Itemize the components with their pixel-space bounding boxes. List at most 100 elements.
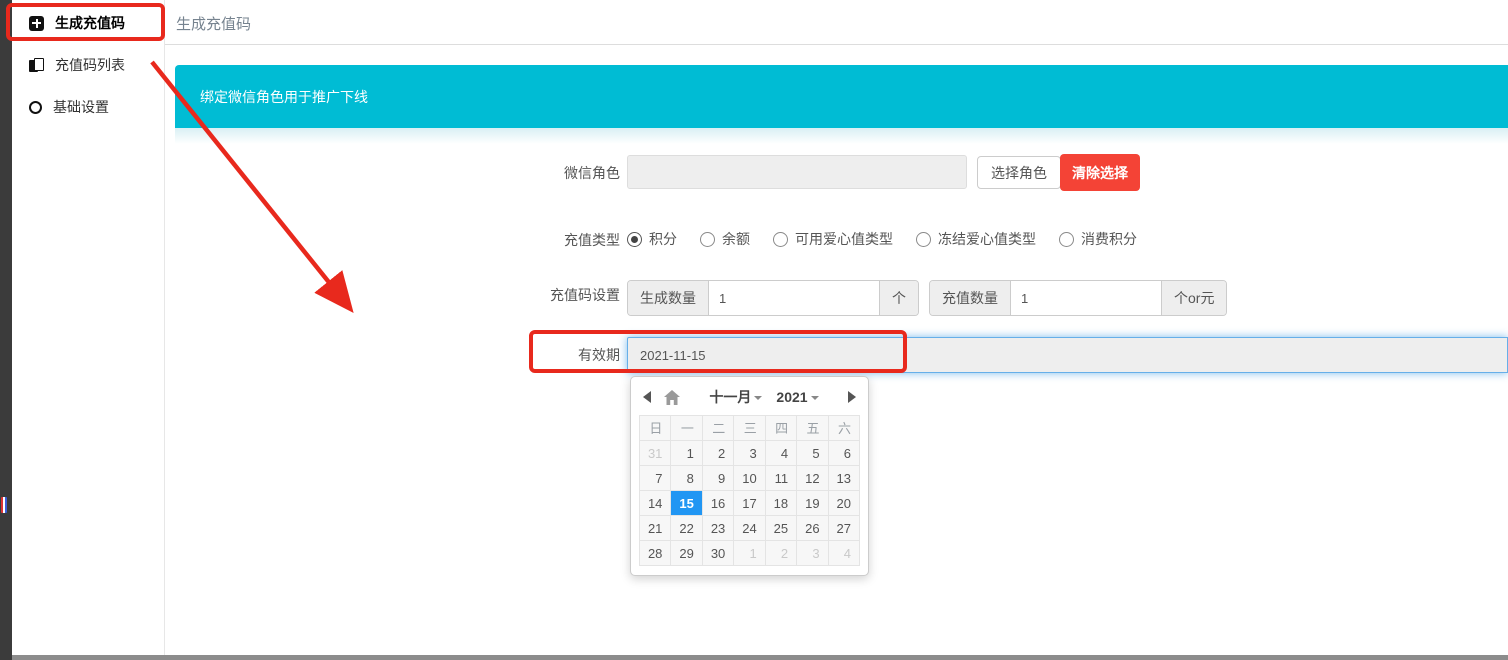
recharge-quantity-suffix: 个or元 (1161, 281, 1226, 315)
calendar-day-cell[interactable]: 6 (828, 440, 859, 465)
recharge-type-label: 充值类型 (340, 230, 620, 250)
year-value: 2021 (776, 389, 807, 405)
sidebar: 生成充值码 充值码列表 基础设置 (12, 0, 165, 655)
select-role-button[interactable]: 选择角色 (977, 156, 1061, 189)
calendar-day-cell[interactable]: 17 (733, 490, 764, 515)
datepicker-header: 十一月 2021 (639, 384, 860, 410)
calendar-day-cell[interactable]: 10 (733, 465, 764, 490)
generate-quantity-input[interactable] (709, 281, 879, 315)
calendar-day-cell[interactable]: 19 (796, 490, 827, 515)
calendar-day-cell[interactable]: 21 (639, 515, 670, 540)
plus-square-icon (29, 16, 44, 31)
radio-icon (1059, 232, 1074, 247)
home-icon[interactable] (664, 390, 680, 405)
generate-quantity-suffix: 个 (879, 281, 918, 315)
year-select[interactable]: 2021 (776, 387, 818, 407)
calendar-day-cell[interactable]: 29 (670, 540, 701, 565)
calendar-day-cell[interactable]: 16 (702, 490, 733, 515)
datepicker-title: 十一月 2021 (690, 387, 838, 407)
radio-icon (773, 232, 788, 247)
calendar-weekday: 一 (670, 415, 701, 440)
panel-header-fade (175, 128, 1508, 144)
calendar-weekday: 四 (765, 415, 796, 440)
calendar-day-cell[interactable]: 30 (702, 540, 733, 565)
generate-quantity-prefix: 生成数量 (628, 281, 709, 315)
copy-icon (29, 58, 44, 73)
datepicker-popup: 十一月 2021 日一二三四五六311234567891011121314151… (630, 376, 869, 576)
panel-header: 绑定微信角色用于推广下线 (175, 65, 1508, 128)
circle-icon (29, 101, 42, 114)
recharge-type-options: 积分 余额 可用爱心值类型 冻结爱心值类型 消费积分 (627, 224, 1137, 254)
radio-icon (627, 232, 642, 247)
sidebar-item-code-list[interactable]: 充值码列表 (12, 44, 164, 86)
window-edge-strip (0, 0, 12, 660)
calendar-day-cell[interactable]: 4 (828, 540, 859, 565)
calendar-day-cell[interactable]: 4 (765, 440, 796, 465)
validity-label: 有效期 (340, 345, 620, 365)
caret-down-icon (754, 396, 762, 400)
recharge-type-option[interactable]: 消费积分 (1059, 229, 1137, 249)
code-settings-groups: 生成数量 个 充值数量 个or元 (627, 280, 1227, 316)
page-title: 生成充值码 (176, 13, 251, 34)
sidebar-item-generate-code[interactable]: 生成充值码 (12, 2, 164, 44)
recharge-type-option[interactable]: 可用爱心值类型 (773, 229, 893, 249)
sidebar-item-label: 充值码列表 (55, 55, 125, 75)
calendar-day-cell[interactable]: 24 (733, 515, 764, 540)
calendar-day-cell[interactable]: 14 (639, 490, 670, 515)
calendar-day-cell[interactable]: 1 (733, 540, 764, 565)
recharge-quantity-prefix: 充值数量 (930, 281, 1011, 315)
calendar-day-cell[interactable]: 9 (702, 465, 733, 490)
page: 生成充值码 充值码列表 基础设置 生成充值码 绑定微信角色用于推广下线 微信角色… (0, 0, 1508, 660)
calendar-day-cell[interactable]: 26 (796, 515, 827, 540)
sidebar-item-label: 生成充值码 (55, 13, 125, 33)
radio-label: 冻结爱心值类型 (938, 229, 1036, 249)
wechat-role-input[interactable] (627, 155, 967, 189)
calendar-day-cell[interactable]: 11 (765, 465, 796, 490)
calendar-day-cell[interactable]: 28 (639, 540, 670, 565)
month-select[interactable]: 十一月 (709, 387, 762, 407)
clear-selection-button[interactable]: 清除选择 (1060, 154, 1140, 191)
calendar-day-cell[interactable]: 13 (828, 465, 859, 490)
calendar-day-cell[interactable]: 2 (702, 440, 733, 465)
recharge-type-option[interactable]: 余额 (700, 229, 750, 249)
calendar-day-cell[interactable]: 5 (796, 440, 827, 465)
calendar-day-cell[interactable]: 7 (639, 465, 670, 490)
calendar-grid: 日一二三四五六311234567891011121314151617181920… (639, 415, 860, 566)
code-settings-label: 充值码设置 (340, 285, 620, 305)
calendar-weekday: 五 (796, 415, 827, 440)
recharge-quantity-input[interactable] (1011, 281, 1161, 315)
sidebar-item-basic-settings[interactable]: 基础设置 (12, 86, 164, 128)
calendar-day-cell[interactable]: 15 (670, 490, 701, 515)
wechat-role-label: 微信角色 (340, 163, 620, 183)
calendar-day-cell[interactable]: 22 (670, 515, 701, 540)
calendar-day-cell[interactable]: 20 (828, 490, 859, 515)
radio-label: 余额 (722, 229, 750, 249)
recharge-type-option[interactable]: 冻结爱心值类型 (916, 229, 1036, 249)
radio-label: 积分 (649, 229, 677, 249)
radio-icon (916, 232, 931, 247)
calendar-day-cell[interactable]: 12 (796, 465, 827, 490)
calendar-weekday: 三 (733, 415, 764, 440)
calendar-day-cell[interactable]: 25 (765, 515, 796, 540)
recharge-type-option[interactable]: 积分 (627, 229, 677, 249)
caret-down-icon (811, 396, 819, 400)
calendar-day-cell[interactable]: 3 (796, 540, 827, 565)
sidebar-item-label: 基础设置 (53, 97, 109, 117)
calendar-weekday: 日 (639, 415, 670, 440)
calendar-weekday: 二 (702, 415, 733, 440)
calendar-day-cell[interactable]: 23 (702, 515, 733, 540)
calendar-day-cell[interactable]: 3 (733, 440, 764, 465)
generate-quantity-group: 生成数量 个 (627, 280, 919, 316)
validity-date-input[interactable] (627, 337, 1508, 373)
calendar-day-cell[interactable]: 31 (639, 440, 670, 465)
calendar-day-cell[interactable]: 27 (828, 515, 859, 540)
calendar-day-cell[interactable]: 2 (765, 540, 796, 565)
next-month-icon[interactable] (848, 391, 856, 403)
calendar-day-cell[interactable]: 8 (670, 465, 701, 490)
calendar-day-cell[interactable]: 1 (670, 440, 701, 465)
calendar-day-cell[interactable]: 18 (765, 490, 796, 515)
prev-month-icon[interactable] (643, 391, 651, 403)
radio-icon (700, 232, 715, 247)
month-value: 十一月 (709, 387, 751, 407)
calendar-weekday: 六 (828, 415, 859, 440)
